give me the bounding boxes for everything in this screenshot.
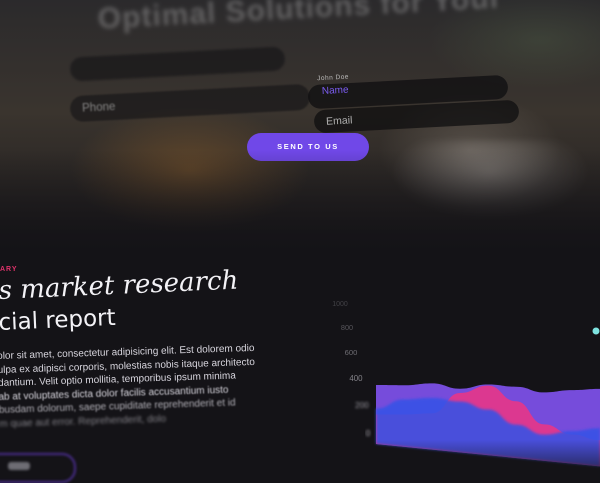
section-eyebrow: ARY: [0, 266, 18, 273]
read-more-button[interactable]: [0, 453, 76, 483]
contact-field[interactable]: [69, 46, 286, 82]
section-body: olor sit amet, consectetur adipisicing e…: [0, 340, 329, 431]
chart-bottom-fade: [360, 440, 600, 482]
y-tick-label: 400: [349, 374, 363, 383]
phone-field[interactable]: Phone: [69, 83, 311, 123]
section-heading-line1: s market research: [0, 265, 239, 306]
email-placeholder: Email: [325, 113, 353, 128]
phone-placeholder: Phone: [81, 100, 116, 115]
y-tick-label: 800: [341, 323, 353, 332]
y-tick-label: 200: [355, 401, 369, 410]
hero-background-photo: [390, 140, 590, 220]
name-field-label: John Doe: [316, 73, 350, 83]
area-series-0: [376, 383, 600, 467]
y-tick-label: 1000: [332, 301, 348, 308]
chart-edge-marker: [592, 327, 600, 335]
name-field-value: Name: [321, 84, 349, 98]
hero-title: Optimal Solutions for Your: [96, 0, 504, 36]
y-tick-label: 0: [366, 428, 371, 438]
section-heading-line2: cial report: [0, 304, 117, 336]
y-tick-label: 600: [345, 348, 358, 357]
area-series-1: [376, 385, 600, 467]
read-more-label: [8, 462, 30, 470]
send-button[interactable]: SEND TO US: [247, 133, 369, 161]
area-series-2: [376, 397, 600, 467]
contact-hero: Optimal Solutions for Your Phone John Do…: [0, 0, 600, 250]
